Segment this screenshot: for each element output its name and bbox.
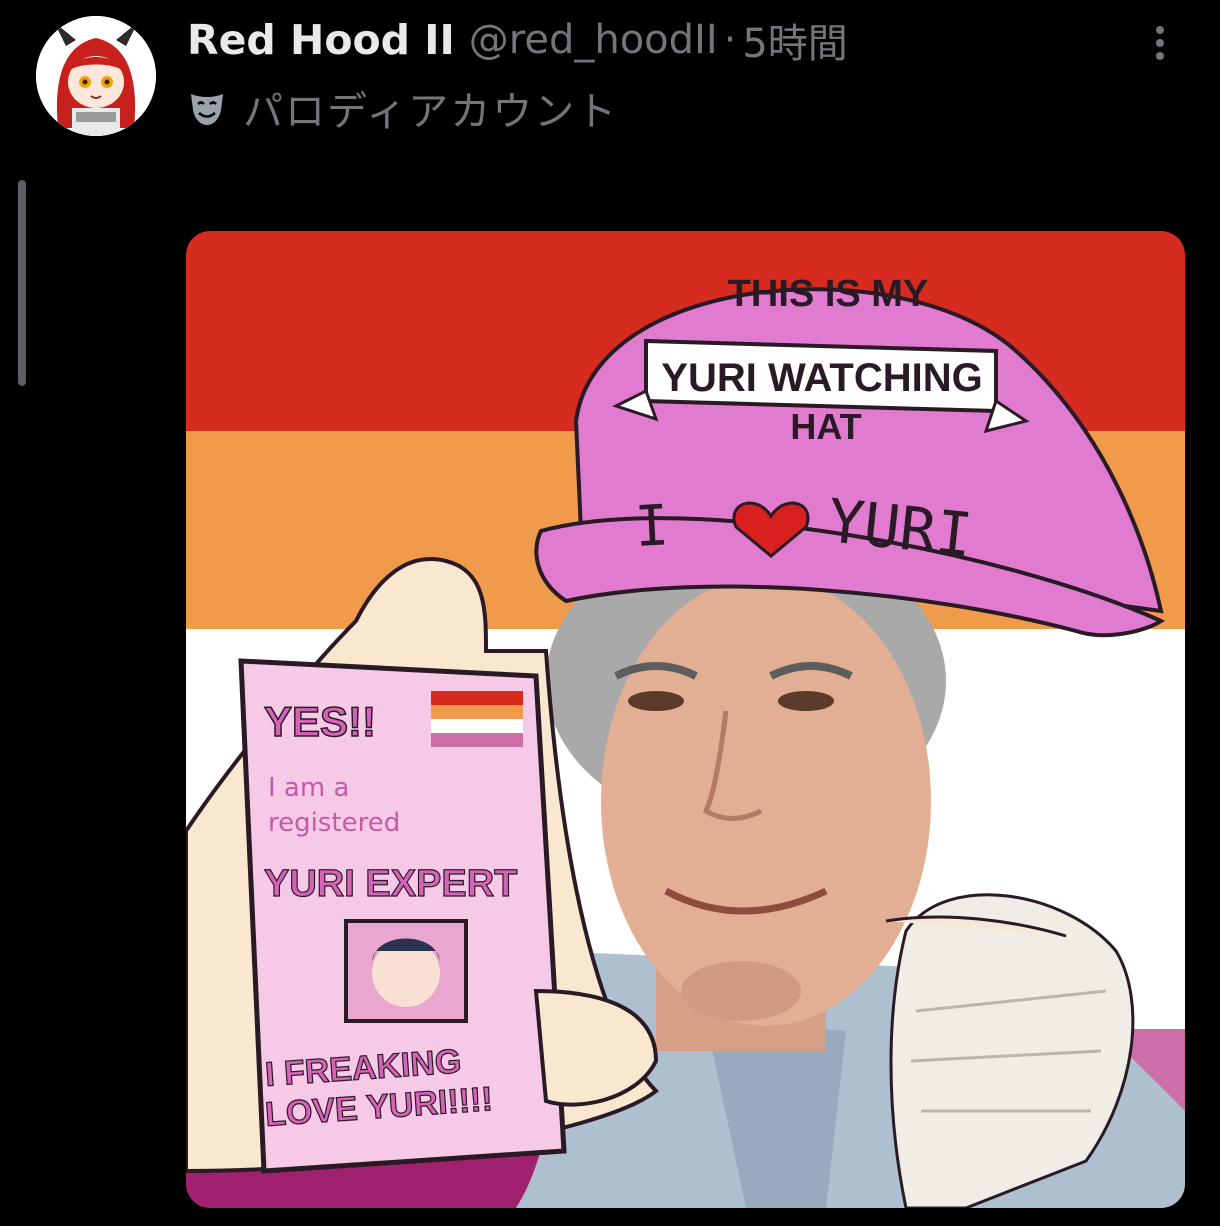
hat-banner-text: YURI WATCHING [661, 356, 982, 400]
card-yes-text: YES!! [264, 698, 376, 745]
post-media-image[interactable]: THIS IS MY YURI WATCHING HAT I YURI YES!… [186, 231, 1185, 1208]
display-name[interactable]: Red Hood II [187, 16, 455, 64]
more-vertical-icon[interactable] [1146, 22, 1174, 62]
hat-line1-text: THIS IS MY [728, 273, 929, 315]
post-header: Red Hood II @red_hoodII · 5時間 [187, 10, 848, 70]
meme-illustration: THIS IS MY YURI WATCHING HAT I YURI YES!… [186, 231, 1185, 1208]
theater-mask-icon [191, 94, 223, 125]
parody-account-label: パロディアカウント [243, 89, 619, 135]
card-line1-text: I am a [268, 773, 349, 803]
card-title-text: YURI EXPERT [264, 863, 517, 905]
hat-line3-text: HAT [790, 406, 861, 447]
thread-connector-line [18, 180, 26, 386]
yuri-expert-card: YES!! I am a registered YURI EXPERT I FR… [238, 658, 567, 1174]
post-timestamp[interactable]: 5時間 [742, 11, 847, 69]
card-line2-text: registered [268, 808, 400, 838]
user-handle[interactable]: @red_hoodII [469, 17, 718, 63]
separator-dot: · [723, 17, 737, 63]
avatar-image [36, 16, 156, 136]
account-label[interactable]: パロディアカウント [187, 82, 619, 135]
hat-brim-prefix-text: I [633, 493, 670, 560]
avatar[interactable] [36, 16, 156, 136]
